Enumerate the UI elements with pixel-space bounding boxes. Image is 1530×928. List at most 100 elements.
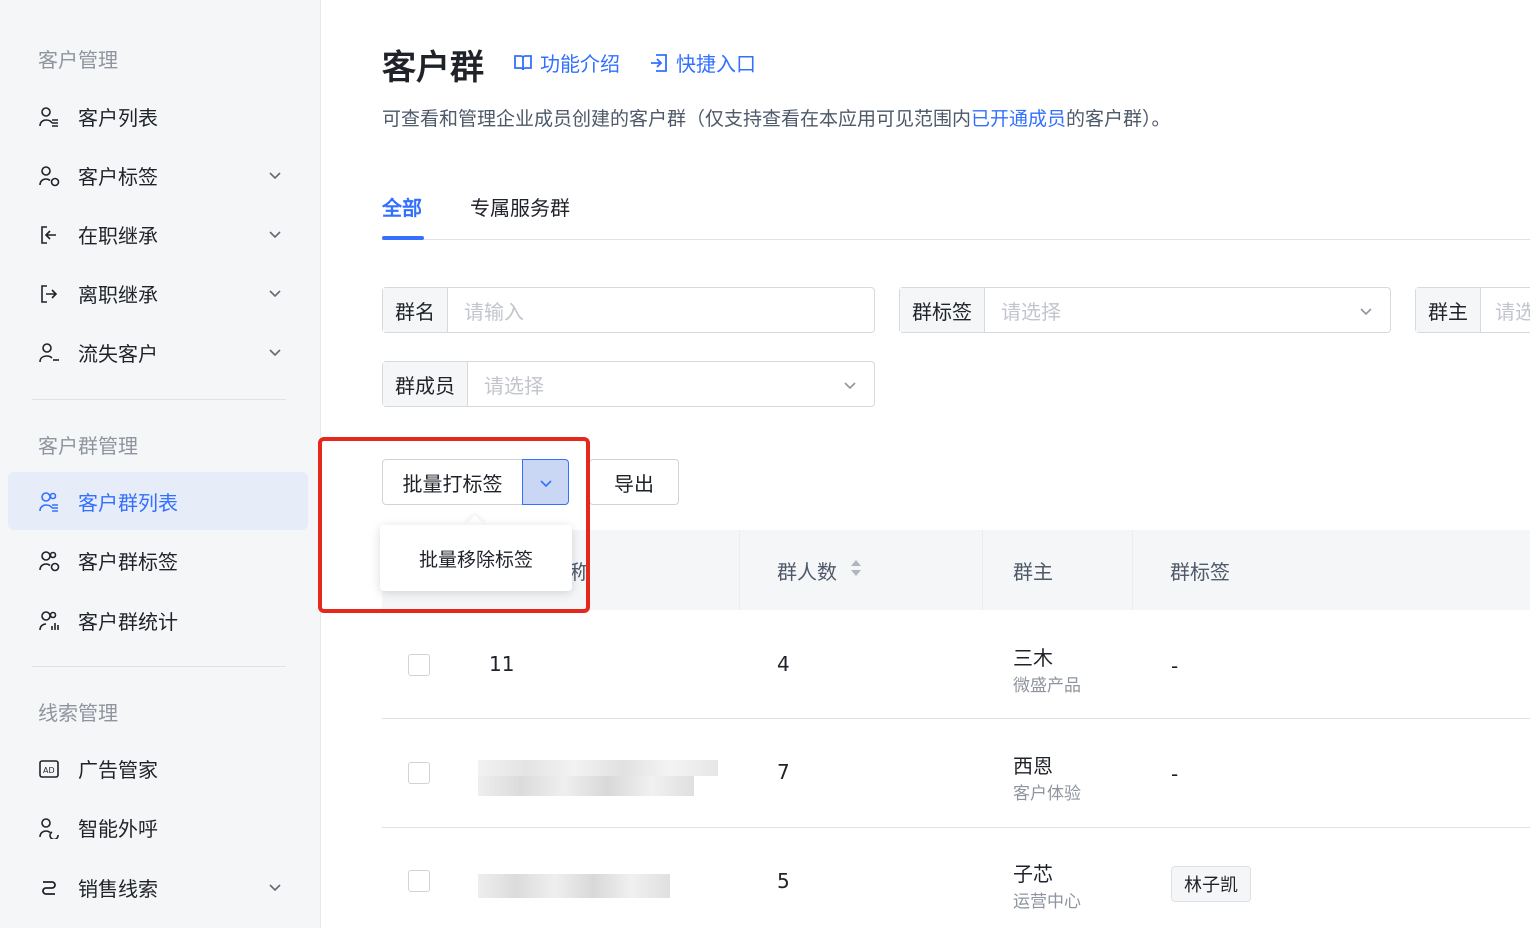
sidebar-group-customer-groups: 客户群管理 (38, 434, 138, 458)
sidebar-item-label: 客户标签 (78, 164, 158, 189)
tab-active-indicator (382, 236, 424, 240)
sidebar-item-group-stats[interactable]: 客户群统计 (8, 591, 308, 649)
row-divider (382, 827, 1530, 828)
desc-suffix: 的客户群）。 (1066, 108, 1171, 130)
chevron-down-icon (269, 290, 281, 298)
owner-name-cell: 三木 (1013, 646, 1053, 670)
leads-icon (42, 881, 56, 895)
chevron-down-icon (269, 172, 281, 180)
sidebar-item-label: 销售线索 (78, 876, 158, 901)
blurred-group-name (478, 874, 670, 898)
ad-icon: AD (39, 760, 59, 778)
row-checkbox[interactable] (408, 654, 430, 676)
group-member-select[interactable]: 请选择 (468, 362, 874, 406)
group-owner-filter: 群主 请选 (1415, 287, 1530, 333)
group-name-label: 群名 (383, 288, 448, 332)
sidebar-item-label: 智能外呼 (78, 816, 158, 841)
book-icon (514, 54, 532, 70)
sidebar-item-customer-list[interactable]: 客户列表 (8, 87, 308, 145)
sidebar-item-label: 在职继承 (78, 223, 158, 248)
sidebar-item-label: 客户群标签 (78, 549, 178, 574)
user-tag-icon (39, 166, 60, 187)
chevron-down-icon (269, 231, 281, 239)
group-owner-label: 群主 (1416, 288, 1481, 332)
column-group-tags: 群标签 (1170, 560, 1230, 584)
sidebar-divider (32, 666, 286, 667)
owner-dept-cell: 微盛产品 (1013, 676, 1081, 696)
group-member-placeholder: 请选择 (484, 373, 544, 398)
group-owner-select[interactable]: 请选 (1481, 288, 1530, 332)
chevron-down-icon (844, 382, 856, 390)
row-checkbox[interactable] (408, 870, 430, 892)
sidebar-item-lost-customers[interactable]: 流失客户 (8, 323, 308, 381)
sidebar-item-resigned-transfer[interactable]: 离职继承 (8, 264, 308, 322)
group-tag-placeholder: 请选择 (1001, 299, 1061, 324)
column-owner: 群主 (1013, 560, 1053, 584)
sidebar-item-sales-leads[interactable]: 销售线索 (8, 858, 308, 916)
feature-intro-label: 功能介绍 (540, 52, 620, 76)
shortcut-link[interactable]: 快捷入口 (648, 48, 756, 77)
page-title: 客户群 (382, 48, 484, 88)
column-separator (1132, 530, 1133, 610)
member-count-cell: 7 (777, 760, 790, 784)
chevron-down-icon (269, 884, 281, 892)
group-tag-label: 群标签 (900, 288, 985, 332)
group-name-filter: 群名 请输入 (382, 287, 875, 333)
feature-intro-link[interactable]: 功能介绍 (512, 48, 620, 77)
group-tag-badge: 林子凯 (1171, 866, 1251, 902)
desc-prefix: 可查看和管理企业成员创建的客户群（仅支持查看在本应用可见范围内 (382, 108, 972, 130)
sidebar-item-onjob-transfer[interactable]: 在职继承 (8, 205, 308, 263)
sidebar-item-customer-tags[interactable]: 客户标签 (8, 146, 308, 204)
sidebar-item-label: 客户群统计 (78, 609, 178, 634)
user-list-icon (39, 107, 58, 127)
sidebar-divider (32, 399, 286, 400)
chevron-down-icon (1360, 308, 1372, 316)
group-stats-icon (39, 611, 59, 631)
enter-icon (651, 53, 667, 72)
member-count-cell: 4 (777, 652, 790, 676)
member-count-label: 群人数 (777, 560, 837, 584)
sidebar-group-leads: 线索管理 (38, 701, 118, 725)
group-tag-icon (39, 551, 60, 572)
group-tag-select[interactable]: 请选择 (985, 288, 1390, 332)
column-separator (739, 530, 740, 610)
column-separator (982, 530, 983, 610)
user-lost-icon (39, 343, 59, 363)
export-button[interactable]: 导出 (589, 459, 679, 505)
group-member-filter: 群成员 请选择 (382, 361, 875, 407)
tab-all[interactable]: 全部 (382, 192, 422, 221)
tab-exclusive-service[interactable]: 专属服务群 (470, 192, 570, 221)
sidebar-item-label: 客户群列表 (78, 490, 178, 515)
sidebar-group-customer: 客户管理 (38, 48, 118, 72)
group-tags-cell: - (1171, 762, 1179, 786)
highlight-annotation (318, 437, 590, 613)
group-tag-filter: 群标签 请选择 (899, 287, 1391, 333)
sidebar-item-label: 离职继承 (78, 282, 158, 307)
chevron-down-icon (269, 349, 281, 357)
blurred-group-name (478, 776, 694, 796)
sort-icon[interactable] (849, 557, 863, 579)
tabs-divider (382, 239, 1530, 240)
group-name-input[interactable]: 请输入 (448, 288, 874, 332)
owner-name-cell: 西恩 (1013, 754, 1053, 778)
sidebar-item-group-list[interactable]: 客户群列表 (8, 472, 308, 530)
sidebar-item-label: 客户列表 (78, 105, 158, 130)
owner-dept-cell: 运营中心 (1013, 892, 1081, 912)
group-list-icon (39, 492, 58, 512)
column-member-count[interactable]: 群人数 (777, 556, 861, 585)
row-checkbox[interactable] (408, 762, 430, 784)
svg-text:AD: AD (43, 766, 55, 775)
logout-icon (41, 285, 58, 303)
sidebar-item-ad-manager[interactable]: AD 广告管家 (8, 739, 308, 797)
sidebar-item-smart-call[interactable]: 智能外呼 (8, 798, 308, 856)
group-member-label: 群成员 (383, 362, 468, 406)
shortcut-label: 快捷入口 (676, 52, 756, 76)
user-call-icon (39, 818, 59, 839)
enabled-members-link[interactable]: 已开通成员 (971, 108, 1066, 130)
row-divider (382, 718, 1530, 719)
group-name-cell: 11 (489, 652, 515, 676)
group-tags-cell: - (1171, 654, 1179, 678)
sidebar-item-group-tags[interactable]: 客户群标签 (8, 531, 308, 589)
sidebar-item-label: 流失客户 (78, 341, 158, 366)
blurred-group-name (478, 760, 718, 776)
